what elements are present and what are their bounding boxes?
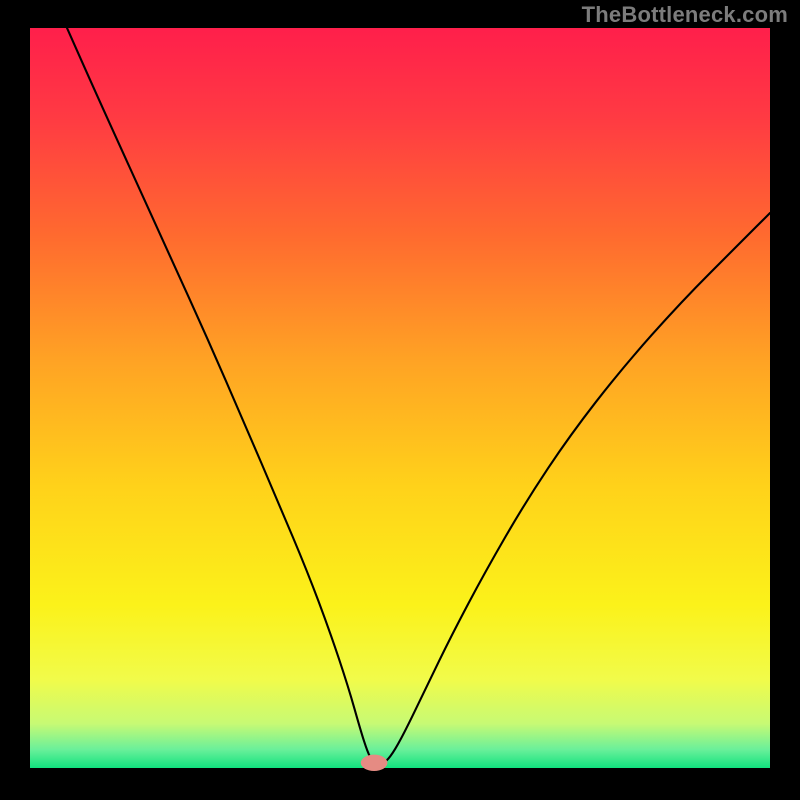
watermark-label: TheBottleneck.com [582, 2, 788, 28]
chart-container: TheBottleneck.com [0, 0, 800, 800]
bottleneck-chart [0, 0, 800, 800]
minimum-marker [361, 755, 388, 771]
plot-background [30, 28, 770, 768]
